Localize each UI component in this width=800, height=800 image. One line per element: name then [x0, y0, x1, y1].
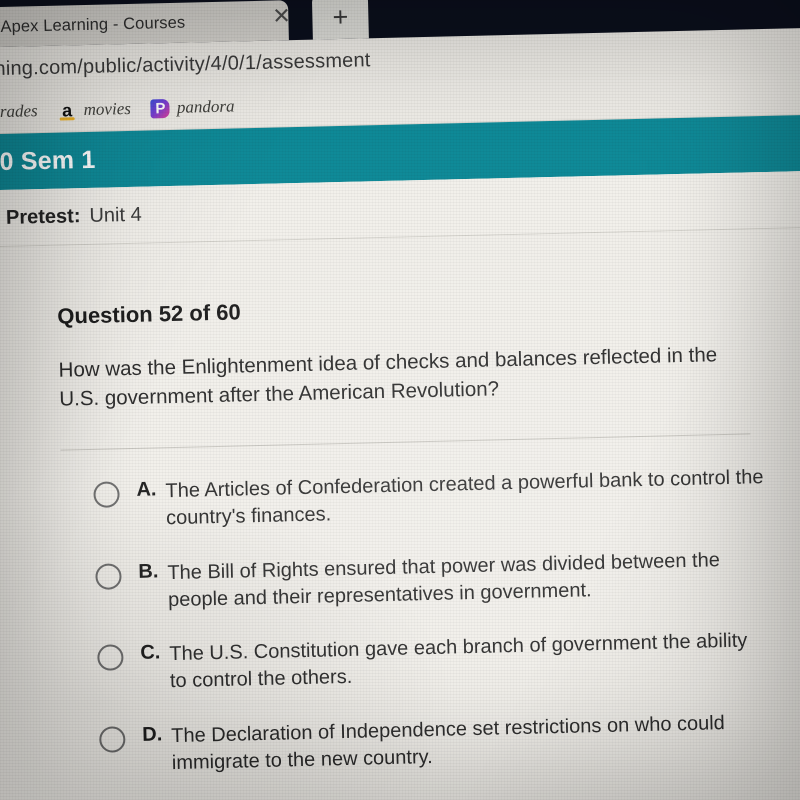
screenshot-root: ‹ Apex Learning - Courses ✕ + pexlearnin…	[0, 0, 800, 800]
choice-letter: D.	[141, 723, 163, 746]
bookmark-item-grades[interactable]: grades	[0, 101, 38, 123]
choice-letter: A.	[136, 478, 157, 502]
activity-value: Unit 4	[89, 203, 142, 227]
pandora-icon: P	[150, 98, 171, 118]
bookmark-label: movies	[83, 98, 132, 120]
answer-choice-c[interactable]: C. The U.S. Constitution gave each branc…	[65, 626, 800, 697]
activity-label: Pretest:	[5, 204, 81, 229]
choice-letter: B.	[138, 560, 159, 583]
answer-choice-b[interactable]: B. The Bill of Rights ensured that power…	[63, 545, 800, 616]
answer-choice-a[interactable]: A. The Articles of Confederation created…	[61, 463, 800, 534]
choice-text: The Bill of Rights ensured that power wa…	[167, 548, 721, 611]
choice-text: The U.S. Constitution gave each branch o…	[169, 629, 748, 693]
radio-button-a[interactable]	[93, 481, 120, 509]
question-counter: Question 52 of 60	[57, 299, 241, 329]
answer-choice-list: A. The Articles of Confederation created…	[61, 463, 800, 779]
question-divider	[60, 433, 751, 451]
browser-tab-title: Apex Learning - Courses	[0, 13, 186, 36]
choice-text: The Declaration of Independence set rest…	[171, 712, 726, 774]
radio-button-d[interactable]	[99, 726, 126, 753]
choice-text: The Articles of Confederation created a …	[165, 466, 764, 530]
question-content: Question 52 of 60 How was the Enlightenm…	[0, 226, 800, 800]
choice-letter: C.	[140, 641, 161, 665]
new-tab-button[interactable]: +	[311, 0, 369, 40]
radio-button-b[interactable]	[95, 563, 122, 590]
bookmark-label: pandora	[176, 96, 235, 117]
bookmark-item-movies[interactable]: a movies	[57, 99, 131, 121]
radio-button-c[interactable]	[97, 644, 124, 672]
course-title: m 1450 Sem 1	[0, 145, 96, 177]
letter-a-icon: a	[57, 100, 76, 120]
bookmark-item-pandora[interactable]: P pandora	[150, 96, 235, 118]
question-prompt: How was the Enlightenment idea of checks…	[58, 343, 718, 411]
bookmark-label: grades	[0, 101, 38, 122]
url-text: pexlearning.com/public/activity/4/0/1/as…	[0, 48, 371, 82]
browser-tab-apex-learning[interactable]: Apex Learning - Courses	[0, 0, 289, 48]
close-icon[interactable]: ✕	[272, 3, 291, 28]
browser-window: ‹ Apex Learning - Courses ✕ + pexlearnin…	[0, 0, 800, 800]
answer-choice-d[interactable]: D. The Declaration of Independence set r…	[67, 708, 800, 779]
